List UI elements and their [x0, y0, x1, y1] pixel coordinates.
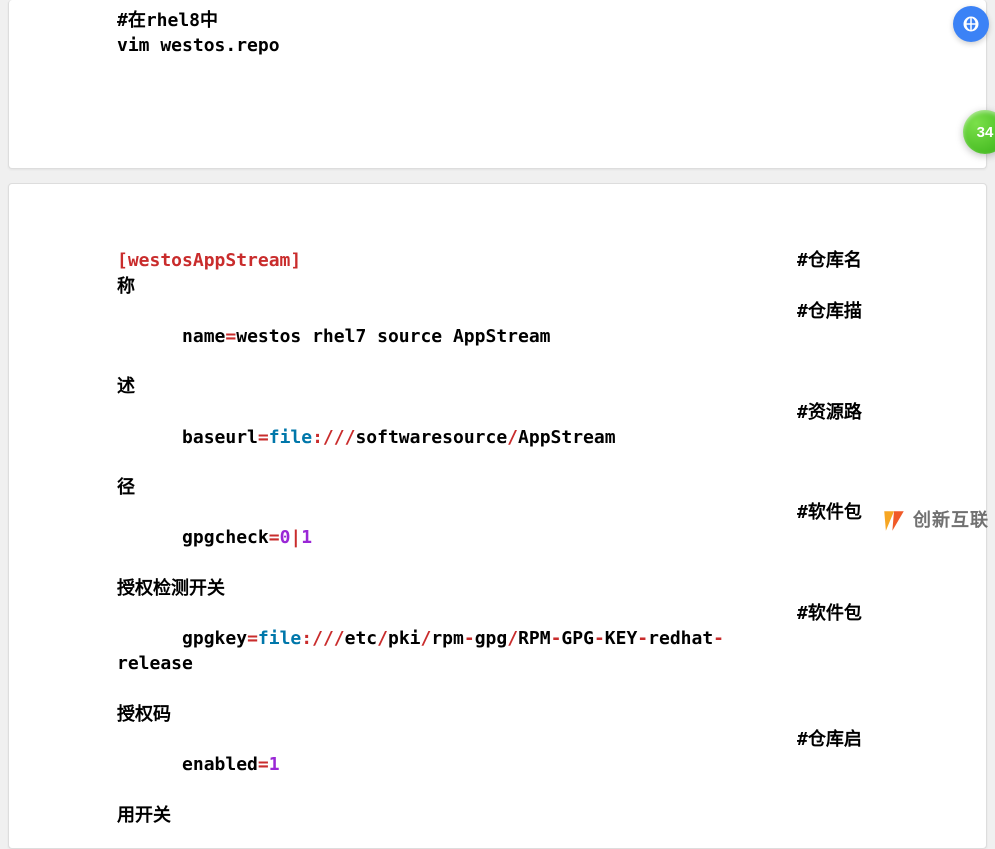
code-line: gpgcheck=0|1 #软件包: [117, 500, 878, 576]
inline-comment: #仓库描: [797, 299, 877, 375]
code-line: baseurl=file:///softwaresource/AppStream…: [117, 400, 878, 476]
translate-icon: [962, 15, 980, 33]
command-text: vim westos.repo: [117, 33, 280, 58]
code-line: [westosAppStream] #仓库名: [117, 248, 878, 273]
path-seg: release: [117, 653, 193, 674]
wrapped-comment: 述: [117, 374, 878, 399]
path-seg: redhat: [648, 628, 713, 649]
logo-text: 创新互联: [913, 508, 989, 533]
path-seg: softwaresource: [355, 427, 507, 448]
code-block-bottom: [westosAppStream] #仓库名 称 name=westos rhe…: [8, 183, 987, 848]
inline-comment: #软件包: [797, 500, 877, 576]
punct: -: [713, 628, 724, 649]
proto: file: [269, 427, 312, 448]
logo-icon: [881, 508, 907, 534]
inline-comment: #资源路: [797, 400, 877, 476]
key: name: [182, 326, 225, 347]
punct: :///: [312, 427, 355, 448]
punct: -: [594, 628, 605, 649]
code-line: enabled=1 #仓库启: [117, 727, 878, 803]
equals: =: [258, 427, 269, 448]
value: westos rhel7 source AppStream: [236, 326, 550, 347]
punct: /: [377, 628, 388, 649]
equals: =: [258, 754, 269, 775]
punct: /: [421, 628, 432, 649]
path-seg: RPM: [518, 628, 551, 649]
path-seg: GPG: [561, 628, 594, 649]
section-header: [westosAppStream]: [117, 250, 301, 271]
equals: =: [225, 326, 236, 347]
path-seg: etc: [345, 628, 378, 649]
key: enabled: [182, 754, 258, 775]
punct: -: [551, 628, 562, 649]
punct: :///: [301, 628, 344, 649]
watermark-logo: 创新互联: [881, 508, 989, 534]
punct: -: [637, 628, 648, 649]
code-line: name=westos rhel7 source AppStream #仓库描: [117, 299, 878, 375]
inline-comment: #仓库名: [797, 248, 877, 273]
key: gpgkey: [182, 628, 247, 649]
punct: /: [507, 427, 518, 448]
key: baseurl: [182, 427, 258, 448]
wrapped-comment: 用开关: [117, 803, 878, 828]
code-block-top: #在rhel8中 vim westos.repo: [8, 0, 987, 169]
code-line: gpgkey=file:///etc/pki/rpm-gpg/RPM-GPG-K…: [117, 601, 878, 702]
wrapped-comment: 径: [117, 475, 878, 500]
punct: /: [507, 628, 518, 649]
equals: =: [247, 628, 258, 649]
code-line: #在rhel8中: [117, 8, 878, 33]
wrapped-comment: 授权码: [117, 702, 878, 727]
proto: file: [258, 628, 301, 649]
wrapped-comment: 称: [117, 274, 878, 299]
wrapped-comment: 授权检测开关: [117, 576, 878, 601]
path-seg: rpm: [431, 628, 464, 649]
comment-text: #在rhel8中: [117, 8, 218, 33]
chat-translate-fab[interactable]: [953, 6, 989, 42]
code-line: vim westos.repo: [117, 33, 878, 58]
path-seg: gpg: [475, 628, 508, 649]
value-num: 1: [269, 754, 280, 775]
path-seg: pki: [388, 628, 421, 649]
path-seg: AppStream: [518, 427, 616, 448]
inline-comment: #软件包: [797, 601, 877, 702]
badge-text: 34: [977, 122, 994, 143]
inline-comment: #仓库启: [797, 727, 877, 803]
punct: -: [464, 628, 475, 649]
path-seg: KEY: [605, 628, 638, 649]
